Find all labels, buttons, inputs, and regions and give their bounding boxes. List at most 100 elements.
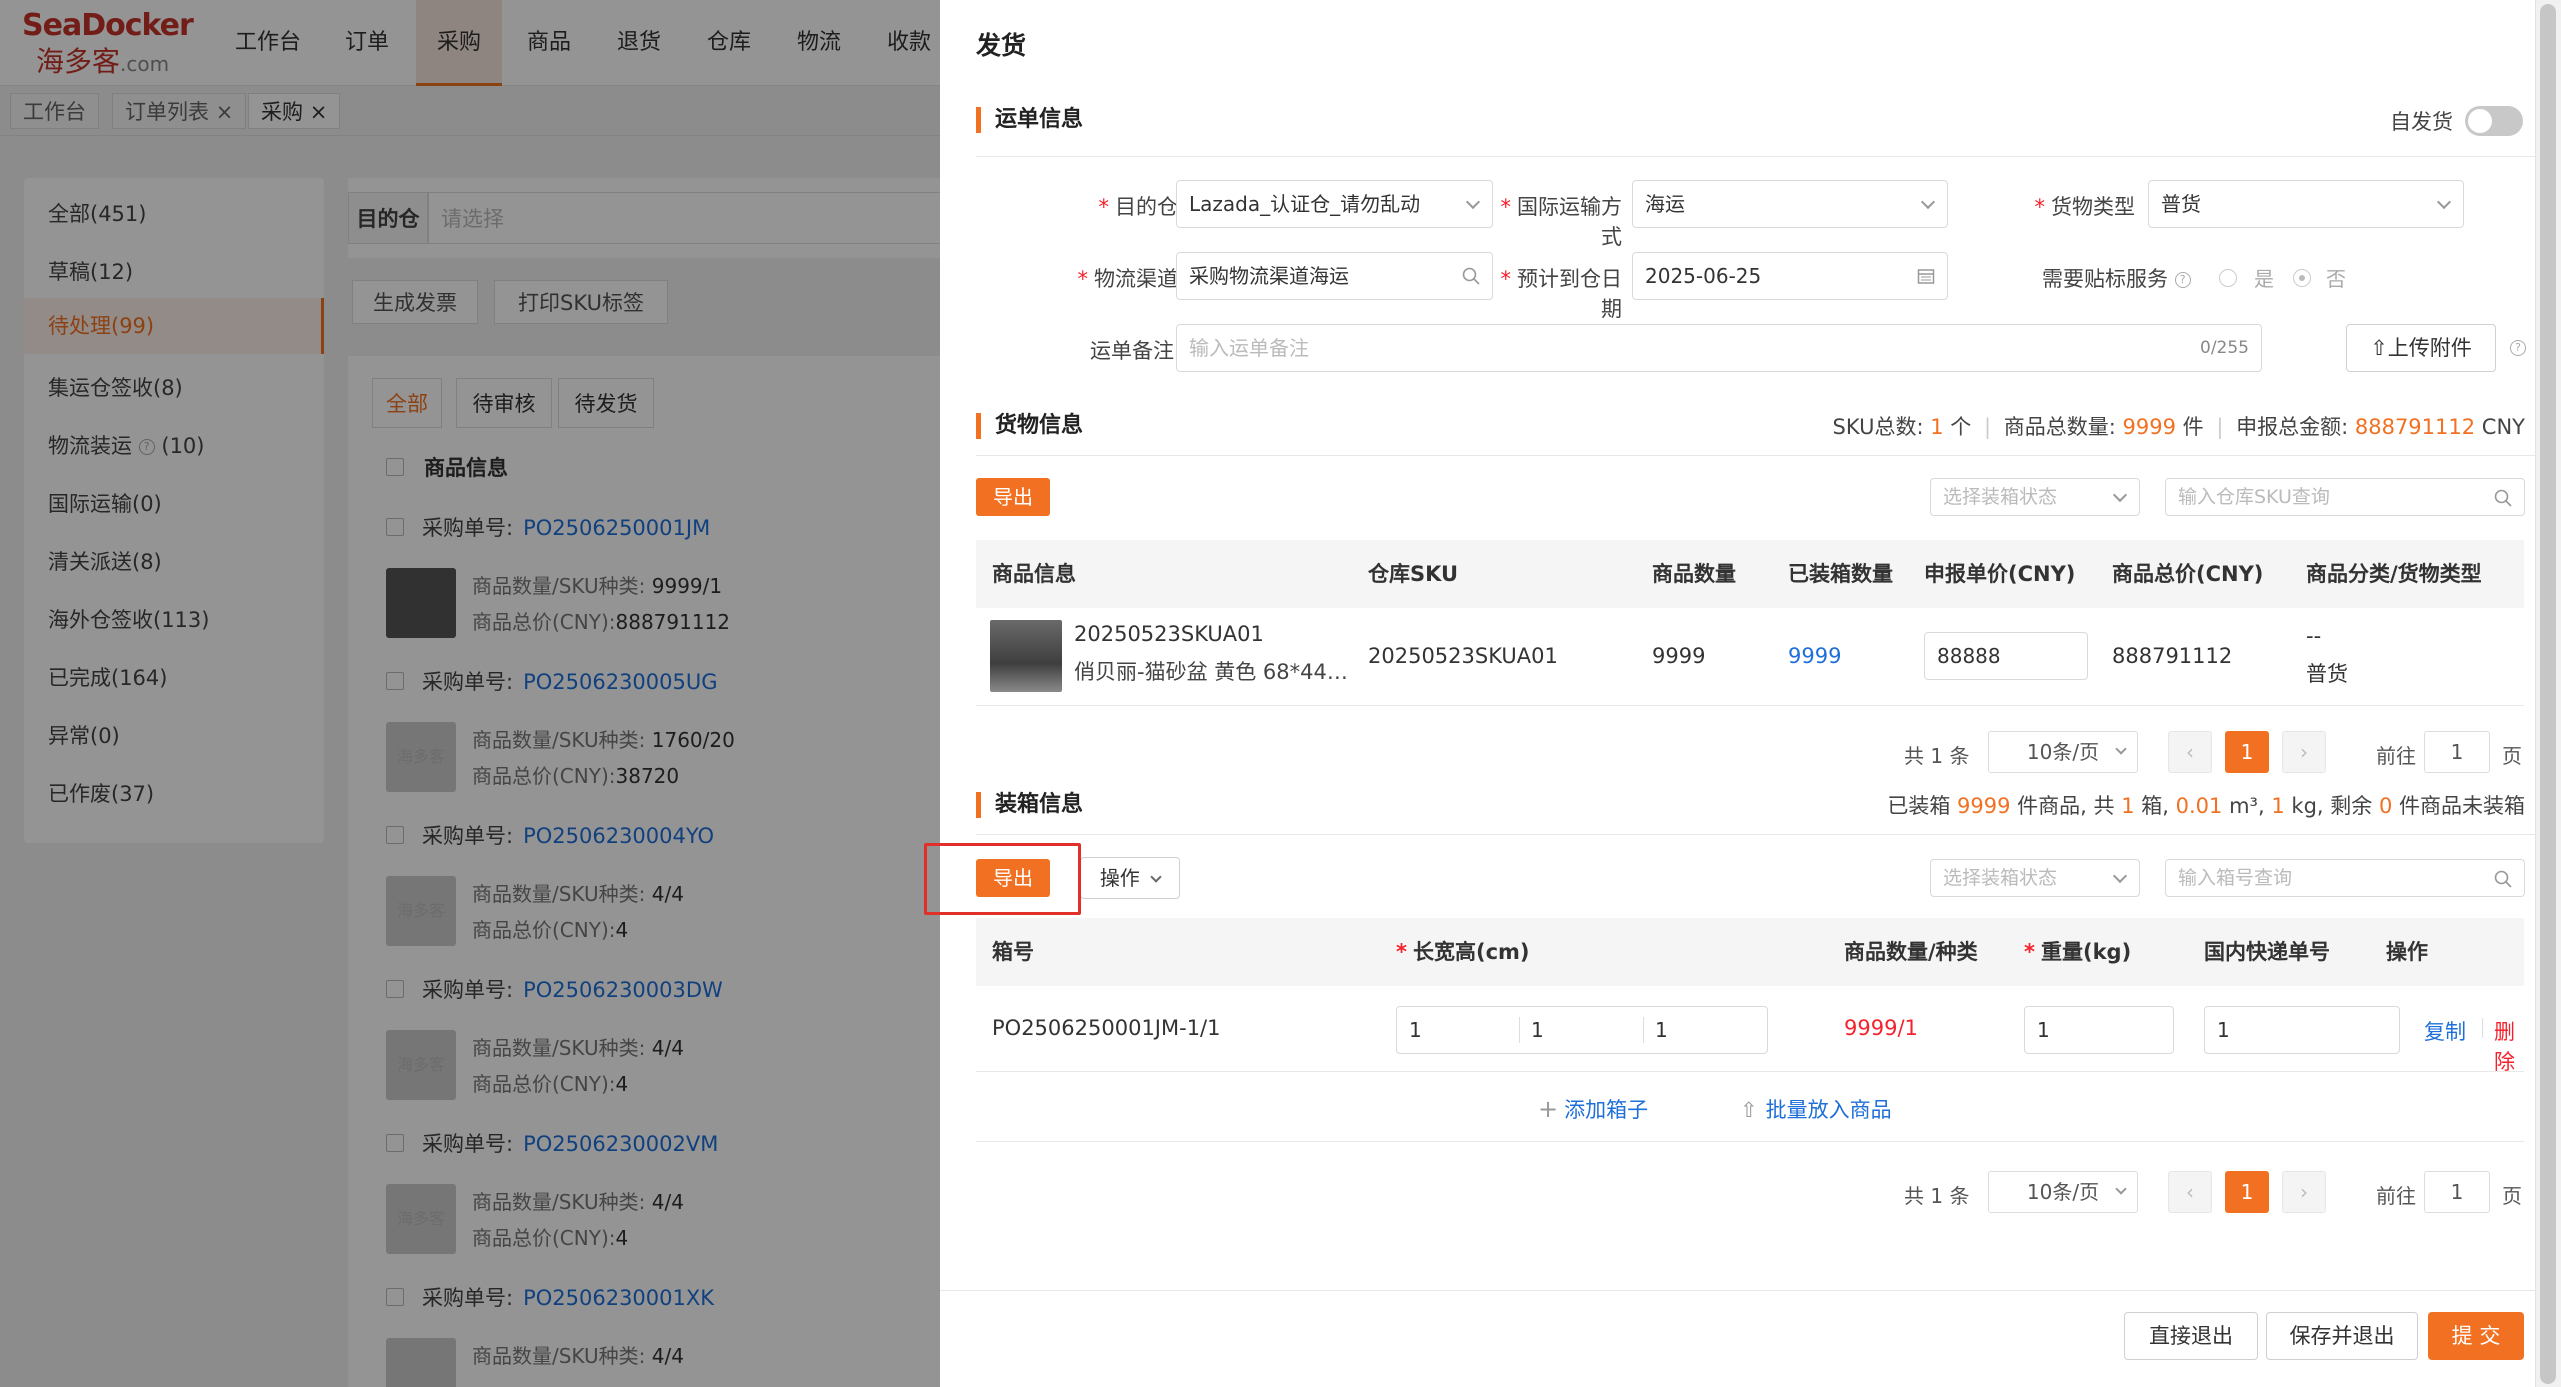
self-ship-toggle[interactable] — [2465, 106, 2523, 136]
goods-table-header: 商品信息 仓库SKU 商品数量 已装箱数量 申报单价(CNY) 商品总价(CNY… — [976, 540, 2524, 608]
section-goods: 货物信息 — [976, 413, 1083, 439]
label-service-no-radio[interactable] — [2293, 269, 2311, 287]
table-row: 20250523SKUA01 俏贝丽-猫砂盆 黄色 68*44… 2025052… — [976, 608, 2524, 706]
packing-box-status-select[interactable]: 选择装箱状态 — [1930, 859, 2140, 897]
next-page-button[interactable]: › — [2282, 731, 2326, 773]
pager-total: 共 1 条 — [1904, 744, 1970, 768]
prev-page-button[interactable]: ‹ — [2168, 731, 2212, 773]
cargo-label: * 货物类型 — [2034, 195, 2136, 219]
boxed-qty-link[interactable]: 9999 — [1788, 644, 1841, 668]
self-ship-label: 自发货 — [2390, 110, 2453, 134]
page-size-select[interactable]: 10条/页 — [1988, 1171, 2138, 1213]
chevron-down-icon — [2436, 194, 2452, 210]
col-express-no: 国内快递单号 — [2204, 940, 2330, 964]
col-boxed: 已装箱数量 — [1788, 562, 1893, 586]
product-category: -- — [2306, 624, 2322, 648]
page-size-select[interactable]: 10条/页 — [1988, 731, 2138, 773]
current-page[interactable]: 1 — [2225, 1171, 2269, 1213]
chevron-down-icon — [2112, 868, 2128, 884]
label-no-text: 否 — [2326, 267, 2346, 291]
exit-button[interactable]: 直接退出 — [2124, 1312, 2258, 1360]
scrollbar-thumb[interactable] — [2540, 4, 2556, 1384]
col-total: 商品总价(CNY) — [2112, 562, 2264, 586]
product-cargo-type: 普货 — [2306, 662, 2348, 686]
search-icon — [2494, 489, 2512, 507]
height-input[interactable]: 1 — [1655, 1018, 1668, 1042]
chevron-down-icon — [1150, 871, 1162, 883]
remark-input[interactable]: 输入运单备注 0/255 — [1176, 324, 2262, 372]
divider — [1643, 1017, 1644, 1043]
search-icon — [1462, 267, 1480, 285]
goods-box-status-select[interactable]: 选择装箱状态 — [1930, 478, 2140, 516]
box-number: PO2506250001JM-1/1 — [992, 1016, 1221, 1040]
chevron-down-icon — [1465, 194, 1481, 210]
col-weight: * 重量(kg) — [2024, 940, 2132, 964]
current-page[interactable]: 1 — [2225, 731, 2269, 773]
packing-table-header: 箱号 * 长宽高(cm) 商品数量/种类 * 重量(kg) 国内快递单号 操作 — [976, 918, 2524, 986]
goto-page-input[interactable]: 1 — [2424, 731, 2490, 773]
divider — [976, 156, 2536, 157]
submit-button[interactable]: 提 交 — [2428, 1312, 2524, 1360]
calendar-icon — [1917, 269, 1935, 284]
label-yes-text: 是 — [2254, 267, 2274, 291]
dest-label: * 目的仓 — [1098, 195, 1179, 219]
col-unit-price: 申报单价(CNY) — [1924, 562, 2076, 586]
prev-page-button[interactable]: ‹ — [2168, 1171, 2212, 1213]
product-total: 888791112 — [2112, 644, 2233, 668]
char-counter: 0/255 — [2200, 338, 2249, 358]
col-product: 商品信息 — [992, 562, 1076, 586]
label-service-label: 需要贴标服务 ? — [2042, 263, 2191, 293]
save-exit-button[interactable]: 保存并退出 — [2266, 1312, 2418, 1360]
eta-date-input[interactable]: 2025-06-25 — [1632, 252, 1948, 300]
upload-icon: ⇧ — [2370, 336, 2388, 360]
cargo-type-select[interactable]: 普货 — [2148, 180, 2464, 228]
copy-box-link[interactable]: 复制 — [2424, 1016, 2466, 1046]
col-box-qty: 商品数量/种类 — [1844, 940, 1978, 964]
section-packing: 装箱信息 — [976, 792, 1083, 818]
sku-search-input[interactable]: 输入仓库SKU查询 — [2165, 478, 2525, 516]
goods-export-button[interactable]: 导出 — [976, 478, 1050, 516]
box-search-input[interactable]: 输入箱号查询 — [2165, 859, 2525, 897]
background-page: SeaDocker 海多客.com 工作台 订单 采购 商品 退货 仓库 物流 … — [0, 0, 940, 1387]
divider — [1519, 1017, 1520, 1043]
logistics-channel-input[interactable]: 采购物流渠道海运 — [1176, 252, 1493, 300]
divider — [976, 834, 2536, 835]
highlight-box — [924, 843, 1081, 915]
col-dimensions: * 长宽高(cm) — [1396, 940, 1530, 964]
pager-total: 共 1 条 — [1904, 1184, 1970, 1208]
express-no-input[interactable]: 1 — [2204, 1006, 2400, 1054]
upload-attachment-button[interactable]: ⇧上传附件 — [2346, 324, 2496, 372]
col-actions: 操作 — [2386, 940, 2428, 964]
box-qty: 9999/1 — [1844, 1016, 1918, 1040]
drawer-title: 发货 — [976, 31, 1027, 60]
unit-price-input[interactable]: 88888 — [1924, 632, 2088, 680]
batch-add-button[interactable]: ⇧ 批量放入商品 — [1740, 1094, 1892, 1124]
section-waybill: 运单信息 — [976, 107, 1083, 133]
delete-box-link[interactable]: 删除 — [2494, 1016, 2524, 1076]
modal-overlay[interactable] — [0, 0, 940, 1387]
col-category: 商品分类/货物类型 — [2306, 562, 2482, 586]
add-box-button[interactable]: + 添加箱子 — [1538, 1094, 1648, 1124]
dest-warehouse-select[interactable]: Lazada_认证仓_请勿乱动 — [1176, 180, 1493, 228]
plus-icon: + — [1538, 1095, 1559, 1123]
width-input[interactable]: 1 — [1531, 1018, 1544, 1042]
footer-divider — [940, 1290, 2535, 1291]
chevron-down-icon — [2115, 743, 2127, 755]
weight-input[interactable]: 1 — [2024, 1006, 2174, 1054]
remark-label: 运单备注 — [1090, 339, 1174, 363]
col-sku: 仓库SKU — [1368, 562, 1459, 586]
help-icon: ? — [2510, 340, 2526, 356]
product-thumb — [990, 620, 1062, 692]
chevron-down-icon — [2115, 1183, 2127, 1195]
col-box-no: 箱号 — [992, 940, 1034, 964]
packing-actions: + 添加箱子 ⇧ 批量放入商品 — [976, 1072, 2524, 1142]
intl-transport-select[interactable]: 海运 — [1632, 180, 1948, 228]
label-service-yes-radio[interactable] — [2219, 269, 2237, 287]
length-input[interactable]: 1 — [1409, 1018, 1422, 1042]
col-qty: 商品数量 — [1652, 562, 1736, 586]
operations-dropdown[interactable]: 操作 — [1080, 857, 1180, 899]
goto-label: 前往 — [2376, 744, 2416, 768]
product-qty: 9999 — [1652, 644, 1706, 668]
goto-page-input[interactable]: 1 — [2424, 1171, 2490, 1213]
next-page-button[interactable]: › — [2282, 1171, 2326, 1213]
